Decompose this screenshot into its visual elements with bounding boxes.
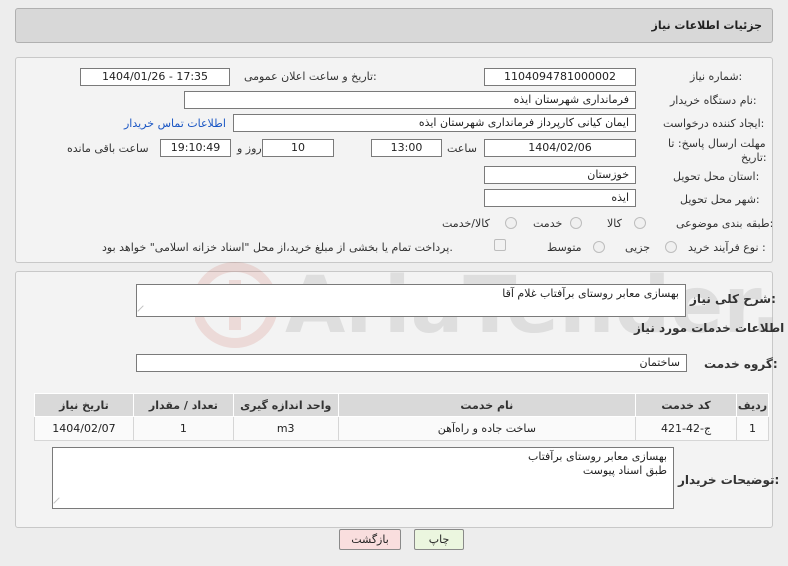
service-group-label: گروه خدمت: bbox=[704, 357, 778, 371]
category-radio-goods[interactable] bbox=[634, 217, 646, 229]
city-field[interactable]: ایذه bbox=[484, 189, 636, 207]
treasury-bonds-checkbox[interactable] bbox=[494, 239, 506, 251]
category-radio-service[interactable] bbox=[570, 217, 582, 229]
buyer-notes-line1: بهسازی معابر روستای برآفتاب bbox=[528, 450, 667, 463]
buyer-org-field[interactable]: فرمانداری شهرستان ایذه bbox=[184, 91, 636, 109]
purchase-radio-medium[interactable] bbox=[593, 241, 605, 253]
need-number-field[interactable]: 1104094781000002 bbox=[484, 68, 636, 86]
services-table: تاریخ نیاز تعداد / مقدار واحد اندازه گیر… bbox=[34, 393, 770, 441]
buyer-notes-label: توضیحات خریدار: bbox=[678, 473, 780, 487]
col-header-quantity: تعداد / مقدار bbox=[132, 393, 234, 417]
purchase-type-label: نوع فرآیند خرید : bbox=[688, 241, 766, 254]
creator-label: ایجاد کننده درخواست: bbox=[663, 117, 765, 130]
need-number-label: شماره نیاز: bbox=[690, 70, 743, 83]
category-radio-goods-service[interactable] bbox=[505, 217, 517, 229]
back-button[interactable]: بازگشت bbox=[339, 529, 401, 550]
deadline-label-date: تاریخ: bbox=[741, 151, 767, 164]
category-label: طبقه بندی موضوعی: bbox=[676, 217, 774, 230]
creator-field[interactable]: ایمان کیانی کارپرداز فرمانداری شهرستان ا… bbox=[233, 114, 636, 132]
days-label: روز و bbox=[237, 142, 262, 155]
info-panel bbox=[15, 57, 773, 263]
table-header-row: تاریخ نیاز تعداد / مقدار واحد اندازه گیر… bbox=[34, 393, 770, 417]
page-header: جزئیات اطلاعات نیاز bbox=[15, 8, 773, 43]
col-header-service-code: کد خدمت bbox=[635, 393, 737, 417]
deadline-date-field[interactable]: 1404/02/06 bbox=[484, 139, 636, 157]
service-group-field[interactable]: ساختمان bbox=[136, 354, 687, 372]
col-header-need-date: تاریخ نیاز bbox=[34, 393, 134, 417]
treasury-payment-note: پرداخت تمام یا بخشی از مبلغ خرید،از محل … bbox=[102, 241, 453, 254]
cell-quantity: 1 bbox=[132, 416, 234, 441]
summary-textarea[interactable]: بهسازی معابر روستای برآفتاب غلام آقا bbox=[136, 284, 686, 317]
announce-date-field[interactable]: 1404/01/26 - 17:35 bbox=[80, 68, 230, 86]
announce-date-label: تاریخ و ساعت اعلان عمومی: bbox=[244, 70, 377, 83]
purchase-option-minor: جزیی bbox=[625, 241, 651, 254]
remaining-time-label: ساعت باقی مانده bbox=[67, 142, 149, 155]
category-option-service: خدمت bbox=[533, 217, 563, 230]
cell-row-number: 1 bbox=[735, 416, 770, 441]
buyer-org-label: نام دستگاه خریدار: bbox=[670, 94, 757, 107]
deadline-time-label: ساعت bbox=[447, 142, 477, 155]
days-remaining-field[interactable]: 10 bbox=[262, 139, 334, 157]
col-header-unit: واحد اندازه گیری bbox=[232, 393, 339, 417]
buyer-notes-line2: طبق اسناد پیوست bbox=[582, 464, 667, 477]
table-row[interactable]: 1404/02/07 1 m3 ساخت جاده و راه‌آهن ج-42… bbox=[34, 416, 770, 441]
city-label: شهر محل تحویل: bbox=[680, 193, 760, 206]
deadline-label: مهلت ارسال پاسخ: تا bbox=[668, 137, 766, 150]
resize-grip-icon[interactable] bbox=[53, 497, 65, 509]
buyer-notes-textarea[interactable]: بهسازی معابر روستای برآفتاب طبق اسناد پی… bbox=[52, 447, 674, 509]
resize-grip-icon[interactable] bbox=[137, 305, 149, 317]
cell-need-date: 1404/02/07 bbox=[34, 416, 134, 441]
col-header-row: ردیف bbox=[735, 393, 770, 417]
purchase-radio-minor[interactable] bbox=[665, 241, 677, 253]
province-label: استان محل تحویل: bbox=[673, 170, 760, 183]
category-option-goods-service: کالا/خدمت bbox=[442, 217, 490, 230]
deadline-time-field[interactable]: 13:00 bbox=[371, 139, 442, 157]
summary-label: شرح کلی نیاز: bbox=[690, 292, 776, 306]
province-field[interactable]: خوزستان bbox=[484, 166, 636, 184]
page-title: جزئیات اطلاعات نیاز bbox=[651, 19, 763, 32]
summary-text: بهسازی معابر روستای برآفتاب غلام آقا bbox=[502, 287, 679, 300]
cell-service-code: ج-42-421 bbox=[635, 416, 737, 441]
print-button[interactable]: چاپ bbox=[414, 529, 464, 550]
cell-unit: m3 bbox=[232, 416, 339, 441]
services-section-title: اطلاعات خدمات مورد نیاز bbox=[634, 321, 785, 335]
remaining-time-field[interactable]: 19:10:49 bbox=[160, 139, 231, 157]
category-option-goods: کالا bbox=[607, 217, 622, 230]
col-header-service-name: نام خدمت bbox=[337, 393, 637, 417]
purchase-option-medium: متوسط bbox=[547, 241, 582, 254]
buyer-contact-link[interactable]: اطلاعات تماس خریدار bbox=[124, 117, 226, 130]
cell-service-name: ساخت جاده و راه‌آهن bbox=[337, 416, 637, 441]
